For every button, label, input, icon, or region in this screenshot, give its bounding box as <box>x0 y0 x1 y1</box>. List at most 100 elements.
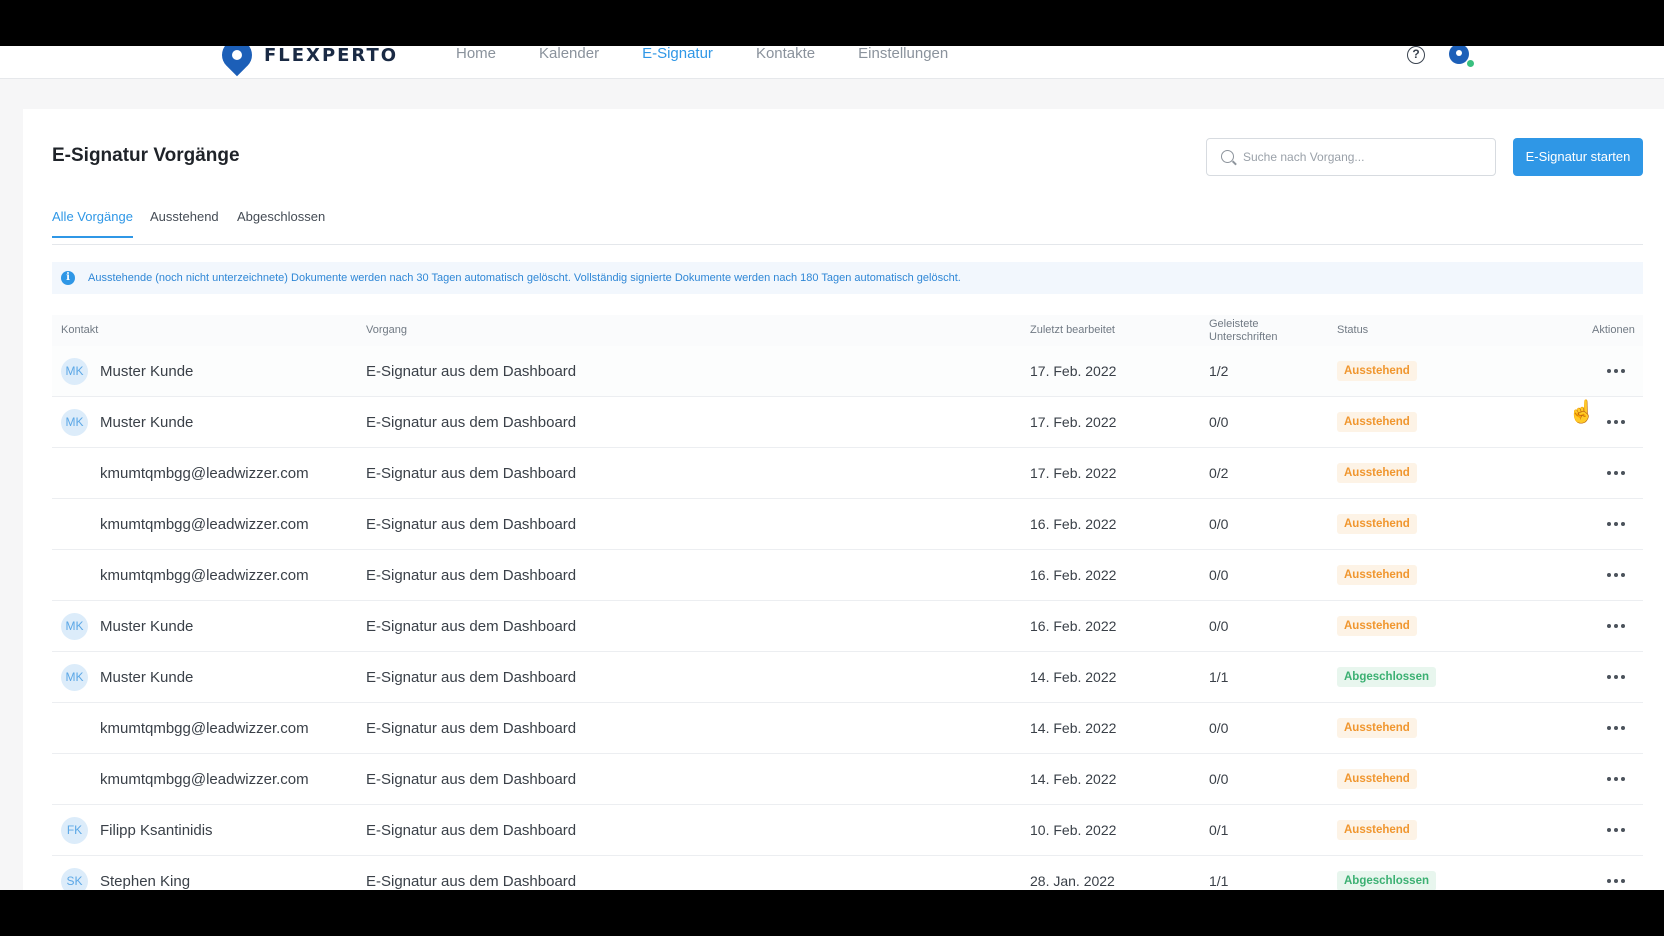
contact-name[interactable]: kmumtqmbgg@leadwizzer.com <box>100 448 309 498</box>
status-cell: Abgeschlossen <box>1337 856 1436 890</box>
table-row[interactable]: FK Filipp Ksantinidis E-Signatur aus dem D… <box>52 805 1643 856</box>
status-cell: Abgeschlossen <box>1337 652 1436 702</box>
header-status[interactable]: Status <box>1337 315 1368 346</box>
nav-kalender[interactable]: Kalender <box>539 46 599 62</box>
status-badge: Ausstehend <box>1337 565 1417 585</box>
dot <box>1621 726 1625 730</box>
status-cell: Ausstehend <box>1337 754 1417 804</box>
search-box[interactable] <box>1206 138 1496 176</box>
dot <box>1614 420 1618 424</box>
header-date[interactable]: Zuletzt bearbeitet <box>1030 315 1115 346</box>
dot <box>1614 522 1618 526</box>
tab-alle-vorgaenge[interactable]: Alle Vorgänge <box>52 209 133 238</box>
table-row[interactable]: kmumtqmbgg@leadwizzer.com E-Signatur aus … <box>52 754 1643 805</box>
header-contact[interactable]: Kontakt <box>61 315 98 346</box>
contact-name[interactable]: kmumtqmbgg@leadwizzer.com <box>100 703 309 753</box>
dot <box>1621 573 1625 577</box>
row-actions-menu[interactable] <box>1607 346 1625 396</box>
nav-kontakte[interactable]: Kontakte <box>756 46 815 62</box>
more-horizontal-icon[interactable] <box>1607 879 1625 883</box>
table-row[interactable]: MK Muster Kunde E-Signatur aus dem Dashboa… <box>52 397 1643 448</box>
contact-avatar: MK <box>61 664 88 691</box>
dot <box>1614 726 1618 730</box>
more-horizontal-icon[interactable] <box>1607 828 1625 832</box>
nav-home[interactable]: Home <box>456 46 496 62</box>
status-cell: Ausstehend <box>1337 805 1417 855</box>
status-badge: Ausstehend <box>1337 361 1417 381</box>
dot <box>1621 777 1625 781</box>
status-cell: Ausstehend <box>1337 346 1417 396</box>
brand-logo[interactable]: FLEXPERTO <box>215 46 398 77</box>
more-horizontal-icon[interactable] <box>1607 522 1625 526</box>
status-badge: Abgeschlossen <box>1337 871 1436 890</box>
row-actions-menu[interactable] <box>1607 652 1625 702</box>
table-row[interactable]: kmumtqmbgg@leadwizzer.com E-Signatur aus … <box>52 703 1643 754</box>
row-actions-menu[interactable] <box>1607 448 1625 498</box>
header-signatures[interactable]: Geleistete Unterschriften <box>1209 315 1289 346</box>
table-row[interactable]: MK Muster Kunde E-Signatur aus dem Dashboa… <box>52 346 1643 397</box>
dot <box>1607 522 1611 526</box>
more-horizontal-icon[interactable] <box>1607 471 1625 475</box>
process-name: E-Signatur aus dem Dashboard <box>366 515 577 533</box>
more-horizontal-icon[interactable] <box>1607 420 1625 424</box>
dot <box>1621 828 1625 832</box>
last-edited-date: 10. Feb. 2022 <box>1030 822 1117 838</box>
more-horizontal-icon[interactable] <box>1607 675 1625 679</box>
dot <box>1614 471 1618 475</box>
row-actions-menu[interactable] <box>1607 805 1625 855</box>
more-horizontal-icon[interactable] <box>1607 777 1625 781</box>
last-edited-date: 16. Feb. 2022 <box>1030 618 1117 634</box>
contact-name[interactable]: kmumtqmbgg@leadwizzer.com <box>100 499 309 549</box>
row-actions-menu[interactable] <box>1607 703 1625 753</box>
table-row[interactable]: SK Stephen King E-Signatur aus dem Dashboa… <box>52 856 1643 890</box>
user-avatar[interactable] <box>1449 46 1469 64</box>
help-icon[interactable]: ? <box>1407 46 1425 64</box>
last-edited-date: 17. Feb. 2022 <box>1030 363 1117 379</box>
row-actions-menu[interactable] <box>1607 397 1625 447</box>
table-row[interactable]: MK Muster Kunde E-Signatur aus dem Dashboa… <box>52 601 1643 652</box>
signature-count: 0/0 <box>1209 720 1229 736</box>
last-edited-date: 14. Feb. 2022 <box>1030 771 1117 787</box>
nav-einstellungen[interactable]: Einstellungen <box>858 46 948 62</box>
start-e-signature-button[interactable]: E-Signatur starten <box>1513 138 1643 176</box>
signature-count: 1/1 <box>1209 873 1229 889</box>
signature-count: 0/0 <box>1209 414 1229 430</box>
status-cell: Ausstehend <box>1337 448 1417 498</box>
row-actions-menu[interactable] <box>1607 601 1625 651</box>
table-row[interactable]: kmumtqmbgg@leadwizzer.com E-Signatur aus … <box>52 448 1643 499</box>
page-title: E-Signatur Vorgänge <box>52 145 240 166</box>
dot <box>1621 624 1625 628</box>
table-row[interactable]: kmumtqmbgg@leadwizzer.com E-Signatur aus … <box>52 499 1643 550</box>
more-horizontal-icon[interactable] <box>1607 573 1625 577</box>
contact-name[interactable]: kmumtqmbgg@leadwizzer.com <box>100 754 309 804</box>
more-horizontal-icon[interactable] <box>1607 726 1625 730</box>
table-row[interactable]: kmumtqmbgg@leadwizzer.com E-Signatur aus … <box>52 550 1643 601</box>
header-process[interactable]: Vorgang <box>366 315 407 346</box>
nav-e-signatur[interactable]: E-Signatur <box>642 46 713 62</box>
tab-abgeschlossen[interactable]: Abgeschlossen <box>237 209 325 236</box>
row-actions-menu[interactable] <box>1607 550 1625 600</box>
more-horizontal-icon[interactable] <box>1607 624 1625 628</box>
dot <box>1614 369 1618 373</box>
tab-ausstehend[interactable]: Ausstehend <box>150 209 219 236</box>
contact-avatar: SK <box>61 868 88 890</box>
contact-name[interactable]: Stephen King <box>100 856 190 890</box>
table-row[interactable]: MK Muster Kunde E-Signatur aus dem Dashboa… <box>52 652 1643 703</box>
status-badge: Ausstehend <box>1337 820 1417 840</box>
last-edited-date: 16. Feb. 2022 <box>1030 516 1117 532</box>
more-horizontal-icon[interactable] <box>1607 369 1625 373</box>
dot <box>1621 420 1625 424</box>
row-actions-menu[interactable] <box>1607 856 1625 890</box>
search-icon <box>1221 150 1234 163</box>
contact-name[interactable]: Muster Kunde <box>100 397 193 447</box>
contact-name[interactable]: Muster Kunde <box>100 346 193 396</box>
row-actions-menu[interactable] <box>1607 499 1625 549</box>
contact-name[interactable]: Muster Kunde <box>100 601 193 651</box>
contact-name[interactable]: kmumtqmbgg@leadwizzer.com <box>100 550 309 600</box>
location-pin-icon <box>215 46 259 77</box>
signature-count: 0/0 <box>1209 771 1229 787</box>
contact-name[interactable]: Muster Kunde <box>100 652 193 702</box>
contact-name[interactable]: Filipp Ksantinidis <box>100 805 213 855</box>
search-input[interactable] <box>1243 139 1483 175</box>
row-actions-menu[interactable] <box>1607 754 1625 804</box>
